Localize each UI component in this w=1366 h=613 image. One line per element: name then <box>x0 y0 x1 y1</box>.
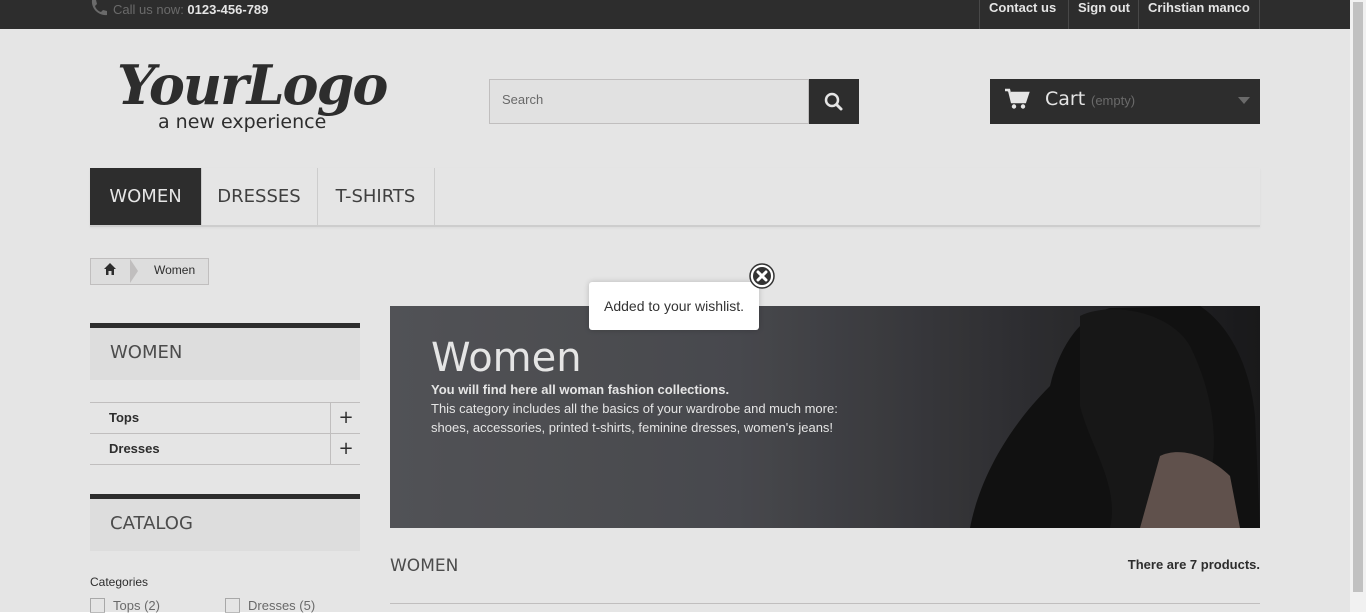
close-icon[interactable] <box>749 263 775 289</box>
scrollbar-thumb[interactable] <box>1353 2 1363 592</box>
wishlist-popup-message: Added to your wishlist. <box>604 298 745 314</box>
